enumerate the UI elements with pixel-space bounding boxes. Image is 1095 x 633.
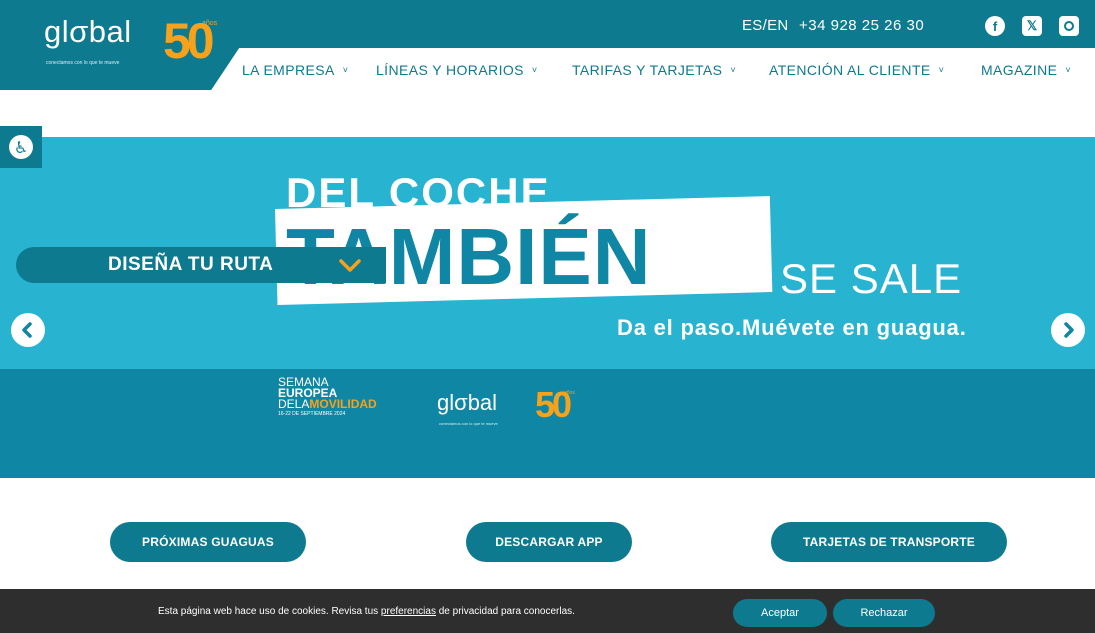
nav-label: TARIFAS Y TARJETAS [572,62,723,78]
hero-banner: DEL COCHE TAMBIÉN SE SALE Da el paso.Mué… [0,137,1095,478]
chevron-down-icon: ˅ [1065,65,1071,75]
chevron-right-icon [1064,322,1074,338]
accept-cookies-button[interactable]: Aceptar [733,599,827,627]
chevron-down-icon: ˅ [342,65,349,75]
cookie-message: Esta página web hace uso de cookies. Rev… [158,606,575,617]
anniversary-word: años [202,20,218,27]
logo-wordmark[interactable]: glσbal [44,14,132,50]
hero-anniversary-word: años [564,390,575,396]
facebook-icon[interactable]: f [985,16,1005,36]
nav-label: LÍNEAS Y HORARIOS [376,62,524,78]
semana-line-3b: MOVILIDAD [309,397,377,411]
chevron-down-icon: ˅ [938,65,945,75]
nav-label: ATENCIÓN AL CLIENTE [769,62,931,78]
phone-number[interactable]: +34 928 25 26 30 [799,17,924,34]
nav-item-magazine[interactable]: MAGAZINE ˅ [981,60,1071,80]
instagram-ring [1064,21,1074,31]
logo-tagline: conectamos con lo que te mueve [46,60,120,66]
route-planner-toggle[interactable]: DISEÑA TU RUTA [16,247,386,283]
cookie-bar: Esta página web hace uso de cookies. Rev… [0,589,1095,633]
cookie-text-before: Esta página web hace uso de cookies. Rev… [158,606,381,617]
site-header: glσbal conectamos con lo que te mueve 50… [0,0,1095,90]
reject-cookies-button[interactable]: Rechazar [833,599,935,627]
chevron-down-icon: ˅ [531,65,538,75]
hero-line-3: SE SALE [780,255,963,302]
hero-logo-wordmark: glσbal [437,390,498,415]
accessibility-icon: ♿ [9,135,33,159]
nav-item-atencion-cliente[interactable]: ATENCIÓN AL CLIENTE ˅ [769,60,944,80]
hero-logo-tagline: conectamos con lo que te mueve [439,421,498,426]
chevron-left-icon [22,322,32,338]
semana-line-3a: DELA [278,397,310,411]
semana-movilidad-logo: SEMANA EUROPEA DELAMOVILIDAD 16-22 DE SE… [278,376,377,418]
language-switch[interactable]: ES/EN [742,17,789,34]
carousel-prev-button[interactable] [11,313,45,347]
cookie-text-after: de privacidad para conocerlas. [435,606,575,617]
semana-line-3: DELAMOVILIDAD [278,397,377,411]
nav-item-lineas-horarios[interactable]: LÍNEAS Y HORARIOS ˅ [376,60,538,80]
transport-cards-button[interactable]: TARJETAS DE TRANSPORTE [771,522,1007,562]
instagram-icon[interactable] [1059,16,1079,36]
carousel-next-button[interactable] [1051,313,1085,347]
next-buses-button[interactable]: PRÓXIMAS GUAGUAS [110,522,306,562]
nav-item-tarifas-tarjetas[interactable]: TARIFAS Y TARJETAS ˅ [572,60,736,80]
chevron-down-icon [339,259,361,272]
download-app-button[interactable]: DESCARGAR APP [466,522,632,562]
nav-label: LA EMPRESA [242,62,335,78]
cookie-preferences-link[interactable]: preferencias [381,606,436,617]
accessibility-button[interactable]: ♿ [0,126,42,168]
hero-slogan: Da el paso.Muévete en guagua. [617,315,967,340]
x-icon[interactable]: 𝕏 [1022,16,1042,36]
semana-dates: 16-22 DE SEPTIEMBRE 2024 [278,411,346,417]
chevron-down-icon: ˅ [730,65,737,75]
nav-item-la-empresa[interactable]: LA EMPRESA ˅ [242,60,348,80]
route-planner-label: DISEÑA TU RUTA [108,254,274,275]
nav-label: MAGAZINE [981,62,1058,78]
